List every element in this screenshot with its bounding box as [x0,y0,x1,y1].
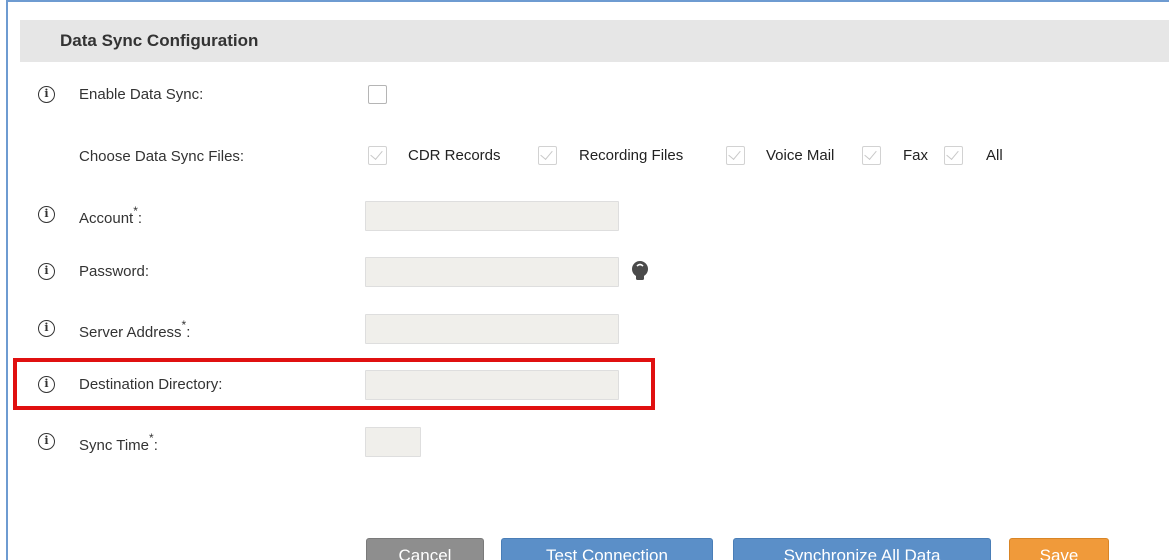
checkmark-icon [946,147,959,160]
section-title: Data Sync Configuration [60,31,259,50]
cdr-records-checkbox[interactable] [368,146,387,165]
recording-files-checkbox[interactable] [538,146,557,165]
test-connection-button[interactable]: Test Connection [501,538,713,560]
all-label: All [986,147,1003,164]
cancel-button[interactable]: Cancel [366,538,484,560]
server-address-label: Server Address*: [79,318,191,341]
enable-data-sync-label: Enable Data Sync: [79,86,204,103]
cdr-records-label: CDR Records [408,147,501,164]
recording-files-label: Recording Files [579,147,684,164]
lightbulb-icon[interactable] [627,260,655,282]
info-icon[interactable]: i [38,433,55,450]
sync-time-label: Sync Time*: [79,431,158,454]
voice-mail-label: Voice Mail [766,147,835,164]
save-button[interactable]: Save [1009,538,1109,560]
section-header: Data Sync Configuration [20,20,1169,62]
highlight-box [13,358,655,410]
account-label: Account*: [79,204,143,227]
server-address-input[interactable] [365,314,619,344]
password-label: Password: [79,263,150,280]
password-row: i Password: [0,257,1169,287]
synchronize-all-data-button[interactable]: Synchronize All Data [733,538,991,560]
sync-time-row: i Sync Time*: [0,427,1169,457]
enable-data-sync-checkbox[interactable] [368,85,387,104]
password-input[interactable] [365,257,619,287]
enable-data-sync-row: i Enable Data Sync: [0,80,1169,110]
info-icon[interactable]: i [38,320,55,337]
choose-files-label: Choose Data Sync Files: [79,148,245,165]
server-address-row: i Server Address*: [0,314,1169,344]
voice-mail-checkbox[interactable] [726,146,745,165]
checkmark-icon [728,147,741,160]
account-row: i Account*: [0,200,1169,231]
info-icon[interactable]: i [38,263,55,280]
account-input[interactable] [365,201,619,231]
checkmark-icon [370,147,383,160]
info-icon[interactable]: i [38,206,55,223]
all-checkbox[interactable] [944,146,963,165]
fax-checkbox[interactable] [862,146,881,165]
fax-label: Fax [903,147,929,164]
checkmark-icon [540,147,553,160]
choose-files-row: Choose Data Sync Files: CDR Records Reco… [0,142,1169,172]
info-icon[interactable]: i [38,86,55,103]
checkmark-icon [864,147,877,160]
sync-time-input[interactable] [365,427,421,457]
